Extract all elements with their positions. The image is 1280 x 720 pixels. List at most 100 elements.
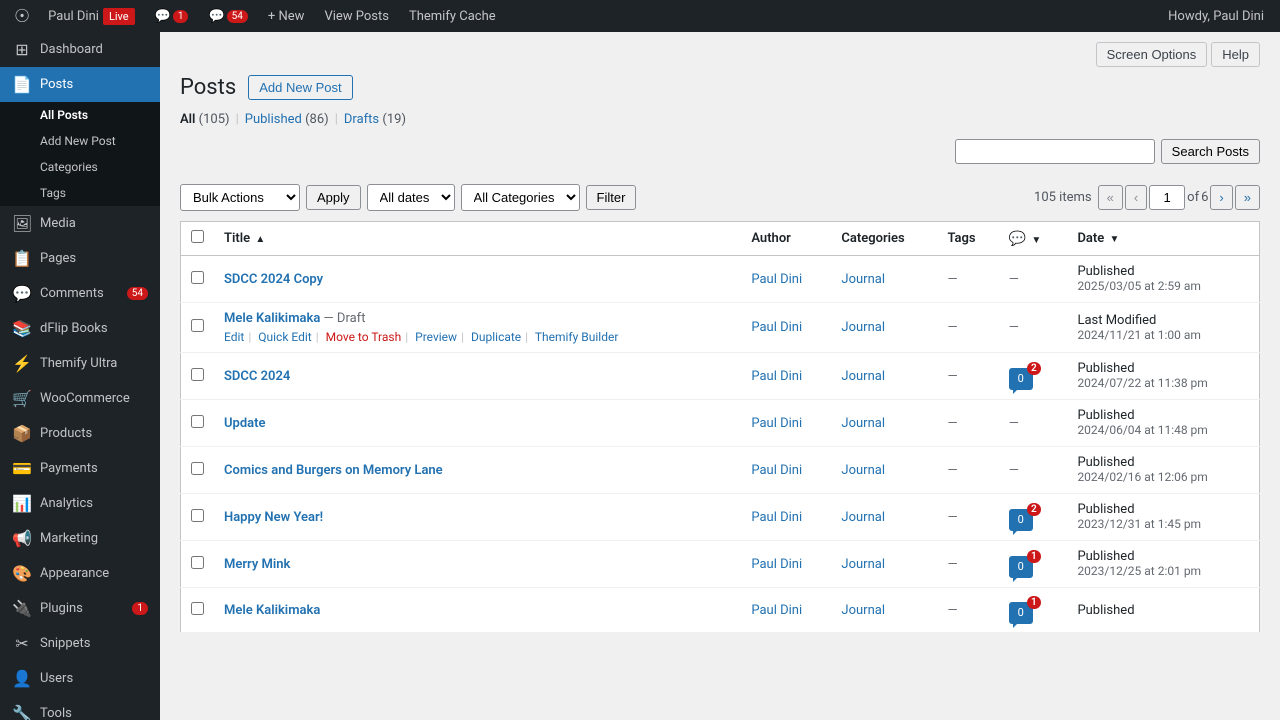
screen-options-button[interactable]: Screen Options (1096, 42, 1208, 67)
comment-bubble[interactable]: 0 1 (1009, 602, 1033, 624)
sidebar-item-themify-ultra[interactable]: ⚡ Themify Ultra (0, 346, 160, 381)
post-title-link[interactable]: Update (224, 416, 266, 431)
row-checkbox[interactable] (191, 415, 204, 428)
post-title-link[interactable]: Comics and Burgers on Memory Lane (224, 463, 443, 478)
author-link[interactable]: Paul Dini (751, 557, 802, 572)
title-column-header[interactable]: Title ▲ (214, 222, 741, 256)
row-checkbox[interactable] (191, 271, 204, 284)
last-page-button[interactable]: » (1235, 185, 1260, 210)
search-posts-input[interactable] (955, 139, 1155, 164)
filter-drafts[interactable]: Drafts (19) (344, 112, 406, 127)
category-link[interactable]: Journal (841, 557, 885, 572)
post-title-link[interactable]: Happy New Year! (224, 510, 323, 525)
tags-column-header[interactable]: Tags (937, 222, 998, 256)
all-dates-select[interactable]: All dates (367, 184, 455, 211)
category-link[interactable]: Journal (841, 603, 885, 618)
sidebar-item-marketing[interactable]: 📢 Marketing (0, 521, 160, 556)
sidebar-item-tools[interactable]: 🔧 Tools (0, 696, 160, 720)
comment-bubble[interactable]: 0 1 (1009, 556, 1033, 578)
filter-all[interactable]: All (105) (180, 112, 230, 127)
prev-page-button[interactable]: ‹ (1125, 185, 1147, 210)
row-checkbox[interactable] (191, 319, 204, 332)
filter-button[interactable]: Filter (586, 185, 637, 210)
adminbar-site[interactable]: Paul Dini Live (40, 0, 143, 32)
comments-icon: 💬 (12, 284, 32, 303)
post-title-link[interactable]: Mele Kalikimaka (224, 603, 320, 618)
adminbar-view-posts[interactable]: View Posts (316, 0, 397, 32)
author-link[interactable]: Paul Dini (751, 320, 802, 335)
author-link[interactable]: Paul Dini (751, 510, 802, 525)
sidebar-item-snippets[interactable]: ✂ Snippets (0, 626, 160, 661)
search-posts-button[interactable]: Search Posts (1161, 139, 1260, 164)
sidebar-item-posts[interactable]: 📄 Posts (0, 67, 160, 102)
sidebar-item-media[interactable]: 🖼 Media (0, 206, 160, 241)
date-column-header[interactable]: Date ▼ (1067, 222, 1259, 256)
filter-published[interactable]: Published (86) (245, 112, 329, 127)
wp-logo[interactable]: ☉ (8, 6, 36, 27)
author-link[interactable]: Paul Dini (751, 272, 802, 287)
post-title-link[interactable]: SDCC 2024 Copy (224, 272, 323, 287)
page-input[interactable] (1149, 185, 1185, 210)
bulk-actions-select[interactable]: Bulk Actions (180, 184, 300, 211)
row-checkbox[interactable] (191, 368, 204, 381)
categories-column-header[interactable]: Categories (831, 222, 937, 256)
sidebar-item-all-posts[interactable]: All Posts (0, 102, 160, 128)
duplicate-link[interactable]: Duplicate (471, 330, 521, 344)
sidebar-item-tags[interactable]: Tags (0, 180, 160, 206)
category-link[interactable]: Journal (841, 463, 885, 478)
comment-bubble[interactable]: 0 2 (1009, 509, 1033, 531)
sidebar-item-appearance[interactable]: 🎨 Appearance (0, 556, 160, 591)
preview-link[interactable]: Preview (415, 330, 457, 344)
filter-area: All (105) | Published (86) | Drafts (19)… (180, 112, 1260, 176)
sidebar-item-dflip[interactable]: 📚 dFlip Books (0, 311, 160, 346)
row-checkbox[interactable] (191, 462, 204, 475)
first-page-button[interactable]: « (1098, 185, 1123, 210)
help-button[interactable]: Help (1211, 42, 1260, 67)
sidebar-item-comments[interactable]: 💬 Comments 54 (0, 276, 160, 311)
select-all-checkbox[interactable] (191, 230, 204, 243)
author-column-header[interactable]: Author (741, 222, 831, 256)
date-value: 2023/12/31 at 1:45 pm (1077, 517, 1201, 531)
category-link[interactable]: Journal (841, 510, 885, 525)
category-link[interactable]: Journal (841, 272, 885, 287)
adminbar-themify-cache[interactable]: Themify Cache (401, 0, 504, 32)
adminbar-comments-all[interactable]: 💬 54 (200, 0, 255, 32)
comment-bubble[interactable]: 0 2 (1009, 368, 1033, 390)
sidebar-item-categories[interactable]: Categories (0, 154, 160, 180)
sidebar-item-users[interactable]: 👤 Users (0, 661, 160, 696)
sidebar-item-add-new-post[interactable]: Add New Post (0, 128, 160, 154)
author-link[interactable]: Paul Dini (751, 463, 802, 478)
post-title-link[interactable]: Mele Kalikimaka — Draft (224, 311, 365, 326)
sidebar-item-woocommerce[interactable]: 🛒 WooCommerce (0, 381, 160, 416)
adminbar-new[interactable]: + New (260, 0, 313, 32)
sidebar-item-products[interactable]: 📦 Products (0, 416, 160, 451)
category-link[interactable]: Journal (841, 320, 885, 335)
row-checkbox[interactable] (191, 602, 204, 615)
quick-edit-link[interactable]: Quick Edit (258, 330, 311, 344)
sidebar-item-analytics[interactable]: 📊 Analytics (0, 486, 160, 521)
sidebar-item-plugins[interactable]: 🔌 Plugins 1 (0, 591, 160, 626)
trash-link[interactable]: Move to Trash (326, 330, 402, 344)
sidebar-item-payments[interactable]: 💳 Payments (0, 451, 160, 486)
post-title-link[interactable]: Merry Mink (224, 557, 290, 572)
add-new-post-button[interactable]: Add New Post (248, 75, 352, 100)
sidebar-item-pages[interactable]: 📋 Pages (0, 241, 160, 276)
sidebar-item-dashboard[interactable]: ⊞ Dashboard (0, 32, 160, 67)
row-checkbox[interactable] (191, 556, 204, 569)
row-checkbox[interactable] (191, 509, 204, 522)
themify-builder-link[interactable]: Themify Builder (535, 330, 619, 344)
comments-column-header[interactable]: 💬 ▼ (999, 222, 1068, 256)
edit-link[interactable]: Edit (224, 330, 244, 344)
comments-value: — (1009, 272, 1019, 287)
author-link[interactable]: Paul Dini (751, 416, 802, 431)
apply-button[interactable]: Apply (306, 185, 361, 210)
post-title-link[interactable]: SDCC 2024 (224, 369, 290, 384)
next-page-button[interactable]: › (1210, 185, 1232, 210)
adminbar-comments[interactable]: 💬 1 (147, 0, 197, 32)
tags-value: — (947, 369, 957, 384)
category-link[interactable]: Journal (841, 416, 885, 431)
author-link[interactable]: Paul Dini (751, 369, 802, 384)
author-link[interactable]: Paul Dini (751, 603, 802, 618)
category-link[interactable]: Journal (841, 369, 885, 384)
all-categories-select[interactable]: All Categories (461, 184, 580, 211)
